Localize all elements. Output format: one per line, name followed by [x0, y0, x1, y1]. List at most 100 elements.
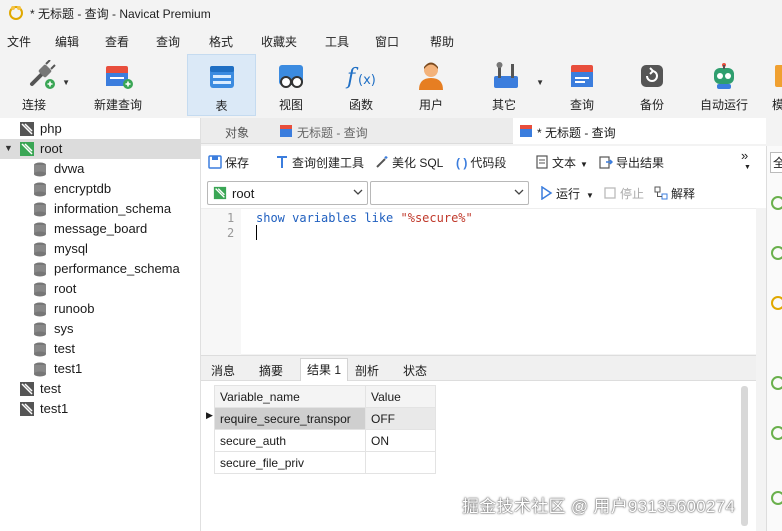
tree-db-item[interactable]: sys: [0, 319, 201, 339]
chevron-down-icon[interactable]: ▼: [744, 164, 751, 171]
stop-label: 停止: [620, 187, 645, 201]
stop-button[interactable]: 停止: [603, 185, 644, 202]
tab-profile[interactable]: 剖析: [349, 360, 385, 380]
sql-editor[interactable]: 1 2 show variables like "%secure%": [201, 208, 756, 355]
view-button[interactable]: 视图: [260, 54, 322, 116]
query-icon: [571, 65, 593, 87]
refresh-icon[interactable]: [771, 196, 782, 210]
query-button[interactable]: 查询: [554, 54, 610, 116]
backup-button[interactable]: 备份: [624, 54, 680, 116]
table-cell[interactable]: ON: [365, 429, 436, 452]
tree-db-item[interactable]: mysql: [0, 239, 201, 259]
line-number-gutter: 1 2: [201, 209, 241, 355]
beautify-label: 美化 SQL: [392, 156, 444, 170]
right-panel-tab[interactable]: 全: [770, 152, 782, 173]
model-button[interactable]: 模: [764, 54, 782, 116]
tree-db-item[interactable]: information_schema: [0, 199, 201, 219]
menu-favorites[interactable]: 收藏夹: [261, 33, 297, 50]
refresh-icon[interactable]: [771, 246, 782, 260]
model-label: 模: [772, 98, 782, 112]
table-row[interactable]: require_secure_transpor OFF: [214, 407, 436, 430]
info-icon[interactable]: [771, 296, 782, 310]
tree-db-item[interactable]: performance_schema: [0, 259, 201, 279]
tree-item-label: performance_schema: [54, 261, 180, 276]
chevron-down-icon[interactable]: ▼: [586, 191, 594, 200]
table-row[interactable]: secure_file_priv: [214, 451, 436, 474]
menu-format[interactable]: 格式: [209, 33, 233, 50]
export-results-button[interactable]: 导出结果: [599, 154, 664, 171]
tree-connection-test[interactable]: test: [0, 379, 201, 399]
user-button[interactable]: 用户: [400, 54, 462, 116]
table-button[interactable]: 表: [187, 54, 256, 116]
text-label: 文本: [552, 156, 577, 170]
tree-db-item[interactable]: runoob: [0, 299, 201, 319]
svg-text:f: f: [345, 65, 359, 90]
connect-button[interactable]: 连接 ▼: [10, 54, 72, 116]
more-tools-button[interactable]: »: [741, 148, 748, 163]
refresh-icon[interactable]: [771, 376, 782, 390]
explain-button[interactable]: 解释: [654, 185, 695, 202]
menu-query[interactable]: 查询: [156, 33, 180, 50]
tree-db-item[interactable]: dvwa: [0, 159, 201, 179]
tab-status[interactable]: 状态: [397, 360, 433, 380]
tree-db-item[interactable]: encryptdb: [0, 179, 201, 199]
run-button[interactable]: 运行 ▼: [539, 185, 594, 202]
snippet-label: 代码段: [470, 156, 507, 170]
menu-help[interactable]: 帮助: [430, 33, 454, 50]
column-header[interactable]: Variable_name: [214, 385, 366, 408]
text-cursor: [256, 225, 257, 240]
table-cell[interactable]: [365, 451, 436, 474]
tab-objects[interactable]: 对象: [201, 118, 273, 144]
tree-db-item[interactable]: test: [0, 339, 201, 359]
tab-result-1[interactable]: 结果 1: [300, 358, 349, 382]
tree-db-item[interactable]: test1: [0, 359, 201, 379]
menu-tools[interactable]: 工具: [325, 33, 349, 50]
auto-run-button[interactable]: 自动运行: [692, 54, 756, 116]
tab-messages[interactable]: 消息: [205, 360, 241, 380]
new-query-button[interactable]: 新建查询: [88, 54, 148, 116]
title-bar: * 无标题 - 查询 - Navicat Premium: [0, 0, 782, 26]
menu-window[interactable]: 窗口: [375, 33, 399, 50]
tab-query-1[interactable]: 无标题 - 查询: [273, 118, 513, 144]
connection-icon: [20, 122, 34, 136]
new-query-label: 新建查询: [93, 98, 142, 112]
connection-select[interactable]: root: [207, 181, 368, 205]
tree-db-item[interactable]: root: [0, 279, 201, 299]
column-header[interactable]: Value: [365, 385, 436, 408]
refresh-icon[interactable]: [771, 426, 782, 440]
tree-connection-test1[interactable]: test1: [0, 399, 201, 419]
tools-icon: [494, 62, 518, 88]
table-cell[interactable]: secure_file_priv: [214, 451, 366, 474]
vertical-scrollbar[interactable]: [741, 386, 748, 526]
beautify-sql-button[interactable]: 美化 SQL: [375, 154, 443, 171]
chevron-down-icon[interactable]: ▼: [536, 78, 544, 87]
explain-icon: [654, 186, 668, 200]
tree-db-item[interactable]: message_board: [0, 219, 201, 239]
menu-view[interactable]: 查看: [105, 33, 129, 50]
refresh-icon[interactable]: [771, 491, 782, 505]
right-info-panel: 全: [766, 146, 782, 531]
text-button[interactable]: 文本 ▼: [535, 154, 588, 171]
table-row[interactable]: secure_auth ON: [214, 429, 436, 452]
tab-summary[interactable]: 摘要: [253, 360, 289, 380]
database-select[interactable]: [370, 181, 529, 205]
query-builder-button[interactable]: 查询创建工具: [275, 154, 364, 171]
function-button[interactable]: f (x) 函数: [330, 54, 392, 116]
tree-connection-php[interactable]: php: [0, 119, 201, 139]
other-button[interactable]: 其它 ▼: [476, 54, 546, 116]
table-cell[interactable]: require_secure_transpor: [214, 407, 366, 430]
tree-item-label: test1: [54, 361, 83, 376]
chevron-down-icon[interactable]: ▼: [62, 78, 70, 87]
chevron-down-icon[interactable]: ▼: [580, 160, 588, 169]
backup-icon: [641, 65, 663, 87]
tree-connection-root[interactable]: ▼ root: [0, 139, 201, 159]
menu-file[interactable]: 文件: [7, 33, 31, 50]
menu-edit[interactable]: 编辑: [55, 33, 79, 50]
save-button[interactable]: 保存: [208, 154, 249, 171]
table-cell[interactable]: OFF: [365, 407, 436, 430]
snippet-button[interactable]: ( ) 代码段: [456, 154, 506, 171]
tab-query-2[interactable]: * 无标题 - 查询: [513, 118, 766, 144]
chevron-down-icon[interactable]: ▼: [4, 143, 13, 153]
line-number: 2: [227, 226, 235, 240]
table-cell[interactable]: secure_auth: [214, 429, 366, 452]
